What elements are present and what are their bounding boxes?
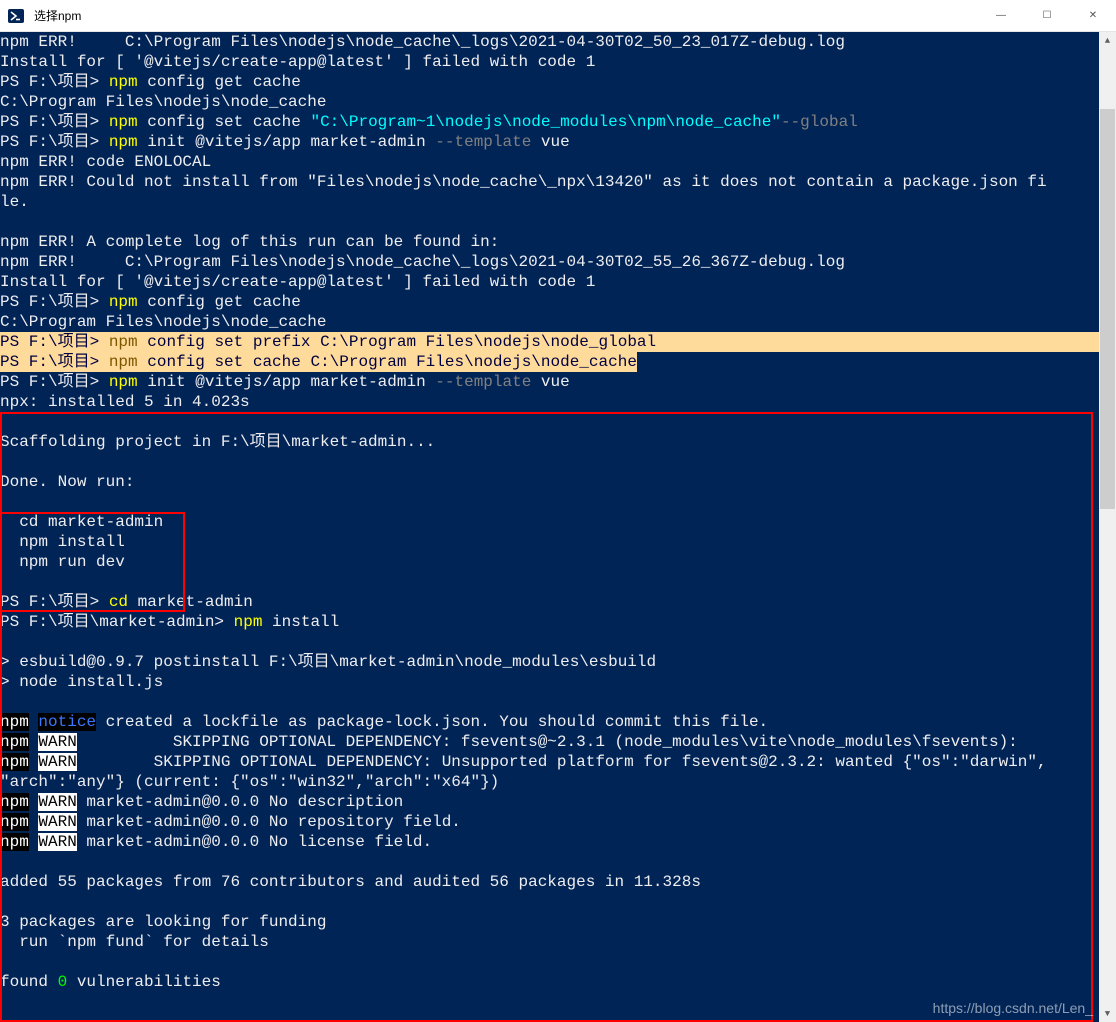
cmd-npm: npm: [109, 133, 147, 151]
cmd-args: init @vitejs/app market-admin: [147, 373, 435, 391]
cache-path: C:\Program Files\nodejs\node_cache: [0, 93, 326, 111]
notice-text: created a lockfile as package-lock.json.…: [96, 713, 768, 731]
pad: [656, 333, 1116, 351]
prompt: PS F:\项目>: [0, 353, 109, 371]
added-packages: added 55 packages from 76 contributors a…: [0, 873, 701, 891]
window-sys-buttons: — ☐ ✕: [978, 0, 1116, 31]
prompt: PS F:\项目>: [0, 333, 109, 351]
vertical-scrollbar[interactable]: ▲ ▼: [1099, 32, 1116, 1022]
npm-tag: npm: [0, 833, 29, 851]
cmd-npm: npm: [109, 333, 147, 351]
cmd-args: config set prefix C:\Program Files\nodej…: [147, 333, 656, 351]
warn-tag: WARN: [38, 833, 76, 851]
warn-text: SKIPPING OPTIONAL DEPENDENCY: fsevents@~…: [77, 733, 1018, 751]
install-failed: Install for [ '@vitejs/create-app@latest…: [0, 273, 595, 291]
vuln-found: found: [0, 973, 58, 991]
maximize-button[interactable]: ☐: [1024, 0, 1070, 31]
cmd-args: config set cache: [147, 113, 310, 131]
cmd-npm: npm: [109, 73, 147, 91]
client-area: npm ERR! C:\Program Files\nodejs\node_ca…: [0, 32, 1116, 1022]
warn-tag: WARN: [38, 793, 76, 811]
terminal-content[interactable]: npm ERR! C:\Program Files\nodejs\node_ca…: [0, 32, 1099, 1022]
npm-tag: npm: [0, 733, 29, 751]
cmd-args: market-admin: [138, 593, 253, 611]
warn-text: market-admin@0.0.0 No repository field.: [77, 813, 461, 831]
scrollbar-down-button[interactable]: ▼: [1099, 1005, 1116, 1022]
cmd-args: vue: [531, 133, 569, 151]
highlighted-cmd-2: PS F:\项目> npm config set cache C:\Progra…: [0, 352, 637, 372]
err-log-path: C:\Program Files\nodejs\node_cache\_logs…: [77, 33, 845, 51]
instr-install: npm install: [0, 533, 125, 551]
npx-output: npx: installed 5 in 4.023s: [0, 393, 250, 411]
prompt: PS F:\项目\market-admin>: [0, 613, 234, 631]
warn-text: market-admin@0.0.0 No license field.: [77, 833, 432, 851]
cmd-args: config get cache: [147, 73, 301, 91]
err-code: npm ERR! code ENOLOCAL: [0, 153, 211, 171]
cmd-npm: npm: [109, 113, 147, 131]
prompt: PS F:\项目>: [0, 73, 109, 91]
prompt: PS F:\项目>: [0, 593, 109, 611]
notice-tag: notice: [38, 713, 96, 731]
prompt: PS F:\项目>: [0, 133, 109, 151]
npm-tag: npm: [0, 753, 29, 771]
err-logloc: npm ERR! A complete log of this run can …: [0, 233, 499, 251]
cmd-cd: cd: [109, 593, 138, 611]
cmd-flag: --global: [781, 113, 858, 131]
powershell-window: 选择npm — ☐ ✕ npm ERR! C:\Program Files\no…: [0, 0, 1116, 1022]
scrollbar-up-button[interactable]: ▲: [1099, 32, 1116, 49]
warn-text: market-admin@0.0.0 No description: [77, 793, 403, 811]
cmd-string: "C:\Program~1\nodejs\node_modules\npm\no…: [310, 113, 780, 131]
done-nowrun: Done. Now run:: [0, 473, 134, 491]
cmd-args: vue: [531, 373, 569, 391]
npm-tag: npm: [0, 793, 29, 811]
cmd-flag: --template: [435, 373, 531, 391]
cmd-flag: --template: [435, 133, 531, 151]
cmd-npm: npm: [234, 613, 272, 631]
window-title: 选择npm: [32, 7, 978, 24]
cmd-args: config set cache C:\Program Files\nodejs…: [147, 353, 637, 371]
scaffold-msg: Scaffolding project in F:\项目\market-admi…: [0, 433, 435, 451]
vuln-label: vulnerabilities: [67, 973, 221, 991]
funding-details: run `npm fund` for details: [0, 933, 269, 951]
cmd-npm: npm: [109, 293, 147, 311]
cmd-args: init @vitejs/app market-admin: [147, 133, 435, 151]
prompt: PS F:\项目>: [0, 113, 109, 131]
instr-rundev: npm run dev: [0, 553, 125, 571]
err-msg: npm ERR! Could not install from "Files\n…: [0, 173, 1047, 211]
prompt: PS F:\项目>: [0, 373, 109, 391]
titlebar[interactable]: 选择npm — ☐ ✕: [0, 0, 1116, 32]
cmd-npm: npm: [109, 373, 147, 391]
cmd-npm: npm: [109, 353, 147, 371]
powershell-icon: [8, 8, 24, 24]
scrollbar-track[interactable]: [1099, 49, 1116, 1005]
npm-tag: npm: [0, 713, 29, 731]
install-failed: Install for [ '@vitejs/create-app@latest…: [0, 53, 595, 71]
funding-msg: 3 packages are looking for funding: [0, 913, 326, 931]
terminal[interactable]: npm ERR! C:\Program Files\nodejs\node_ca…: [0, 32, 1099, 1022]
warn-text: SKIPPING OPTIONAL DEPENDENCY: Unsupporte…: [0, 753, 1047, 791]
watermark: https://blog.csdn.net/Len_: [933, 998, 1093, 1018]
scrollbar-thumb[interactable]: [1100, 109, 1115, 509]
warn-tag: WARN: [38, 733, 76, 751]
cmd-args: config get cache: [147, 293, 301, 311]
instr-cd: cd market-admin: [0, 513, 163, 531]
app-icon: [0, 8, 32, 24]
err-line: npm ERR!: [0, 253, 77, 271]
warn-tag: WARN: [38, 813, 76, 831]
postinstall-node: > node install.js: [0, 673, 163, 691]
postinstall-line: > esbuild@0.9.7 postinstall F:\项目\market…: [0, 653, 656, 671]
cmd-args: install: [272, 613, 339, 631]
cache-path: C:\Program Files\nodejs\node_cache: [0, 313, 326, 331]
err-log-path: C:\Program Files\nodejs\node_cache\_logs…: [77, 253, 845, 271]
prompt: PS F:\项目>: [0, 293, 109, 311]
npm-tag: npm: [0, 813, 29, 831]
minimize-button[interactable]: —: [978, 0, 1024, 31]
err-line: npm ERR!: [0, 33, 77, 51]
close-button[interactable]: ✕: [1070, 0, 1116, 31]
warn-tag: WARN: [38, 753, 76, 771]
highlighted-cmd-1: PS F:\项目> npm config set prefix C:\Progr…: [0, 332, 1116, 352]
vuln-count: 0: [58, 973, 68, 991]
